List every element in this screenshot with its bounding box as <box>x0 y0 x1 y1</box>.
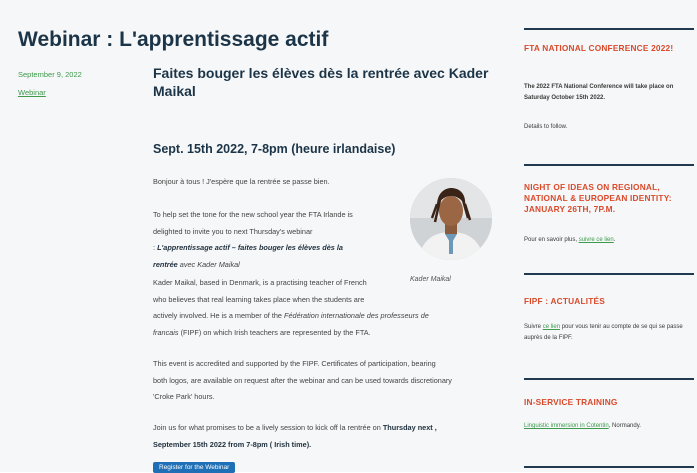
night-of-ideas-link[interactable]: suivre ce lien <box>579 237 614 243</box>
text-line: both logos, are available on request aft… <box>153 375 452 385</box>
widget-title-night-of-ideas: NIGHT OF IDEAS ON REGIONAL, NATIONAL & E… <box>524 182 672 214</box>
widget-title-fipf: FIPF : ACTUALITÉS <box>524 296 605 306</box>
paragraph-accreditation: This event is accredited and supported b… <box>153 356 498 406</box>
widget-text-night-of-ideas: Pour en savoir plus, suivre ce lien. <box>524 235 692 246</box>
text-line: September 15th 2022 from 7-8pm ( Irish t… <box>153 437 498 454</box>
article-heading: Faites bouger les élèves dès la rentrée … <box>153 65 489 99</box>
paragraph-greeting: Bonjour à tous ! J'espère que la rentrée… <box>153 177 330 186</box>
page-title: Webinar : L'apprentissage actif <box>18 28 329 51</box>
text-line: 'Croke Park' hours. <box>153 392 215 401</box>
paragraph-invitation: To help set the tone for the new school … <box>153 207 403 273</box>
widget-title-in-service: IN-SERVICE TRAINING <box>524 397 618 407</box>
page: Webinar : L'apprentissage actif Septembe… <box>0 0 697 473</box>
text-line: Join us for what promises to be a lively… <box>153 420 498 437</box>
text-line: Kader Maikal, based in Denmark, is a pra… <box>153 278 367 287</box>
register-button[interactable]: Register for the Webinar <box>153 462 236 473</box>
cotentin-link[interactable]: Linguistic immersion in Cotentin <box>524 423 609 429</box>
article-subheading: Sept. 15th 2022, 7-8pm (heure irlandaise… <box>153 142 396 156</box>
webinar-title: rentrée <box>153 259 178 269</box>
text-fragment: actively involved. He is a member of the <box>153 311 284 320</box>
text-fragment: Join us for what promises to be a lively… <box>153 423 383 432</box>
text-fragment: francais <box>153 327 179 337</box>
fipf-link[interactable]: ce lien <box>543 324 560 330</box>
paragraph-bio: Kader Maikal, based in Denmark, is a pra… <box>153 275 473 341</box>
text-fragment: Thursday next , <box>382 423 437 432</box>
category-link[interactable]: Webinar <box>18 88 46 97</box>
post-date: September 9, 2022 <box>18 70 82 79</box>
speaker-portrait-icon <box>410 178 492 260</box>
divider <box>524 164 694 166</box>
text-line: To help set the tone for the new school … <box>153 210 353 219</box>
widget-text-conference: The 2022 FTA National Conference will ta… <box>524 84 674 101</box>
text-fragment: Fédération internationale des professeur… <box>284 311 429 320</box>
speaker-photo <box>410 178 492 260</box>
text-fragment: (FIPF) on which Irish teachers are repre… <box>178 327 371 337</box>
divider <box>524 378 694 380</box>
text-fragment: Pour en savoir plus, <box>524 237 579 243</box>
webinar-title: L'apprentissage actif – faites bouger le… <box>157 243 343 252</box>
text-fragment: . <box>613 237 616 243</box>
divider <box>524 273 694 275</box>
divider <box>524 28 694 30</box>
widget-text-fipf: Suivre ce lien pour vous tenir au compte… <box>524 322 692 343</box>
divider <box>524 466 694 468</box>
text-fragment: September 15th 2022 from 7-8pm ( Irish t… <box>153 439 312 449</box>
widget-title-conference: FTA NATIONAL CONFERENCE 2022! <box>524 43 674 53</box>
text-line: francais (FIPF) on which Irish teachers … <box>153 325 473 342</box>
text-line: actively involved. He is a member of the… <box>153 308 473 325</box>
paragraph-join: Join us for what promises to be a lively… <box>153 420 498 453</box>
widget-text-in-service: Linguistic immersion in Cotentin, Norman… <box>524 421 692 432</box>
text-line: rentrée avec Kader Maikal <box>153 257 403 274</box>
main-content: Webinar : L'apprentissage actif Septembe… <box>0 0 504 473</box>
text-fragment: Suivre <box>524 324 543 330</box>
text-line: This event is accredited and supported b… <box>153 359 436 368</box>
text-line: : L'apprentissage actif – faites bouger … <box>153 240 403 257</box>
article: Faites bouger les élèves dès la rentrée … <box>153 64 493 473</box>
text-line: who believes that real learning takes pl… <box>153 294 365 304</box>
sidebar: FTA NATIONAL CONFERENCE 2022! The 2022 F… <box>524 0 697 472</box>
text-fragment: , Normandy. <box>608 423 641 429</box>
text-fragment: avec Kader Maikal <box>177 259 240 269</box>
widget-note-conference: Details to follow. <box>524 124 568 130</box>
text-line: delighted to invite you to next Thursday… <box>153 226 313 236</box>
